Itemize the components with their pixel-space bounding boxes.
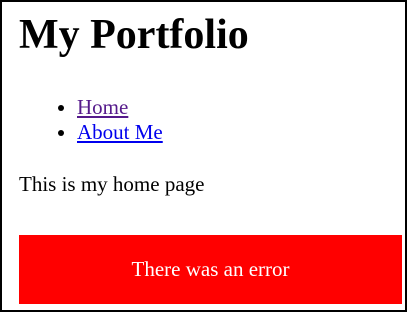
nav-list: Home About Me <box>39 95 163 145</box>
error-message: There was an error <box>131 257 290 281</box>
error-banner: There was an error <box>19 235 402 304</box>
page-title: My Portfolio <box>19 12 249 58</box>
home-link[interactable]: Home <box>77 95 128 119</box>
nav-item-home: Home <box>77 95 163 120</box>
page-container: My Portfolio Home About Me This is my ho… <box>0 0 407 312</box>
about-me-link[interactable]: About Me <box>77 120 163 144</box>
intro-text: This is my home page <box>19 172 205 196</box>
nav-item-about-me: About Me <box>77 120 163 145</box>
